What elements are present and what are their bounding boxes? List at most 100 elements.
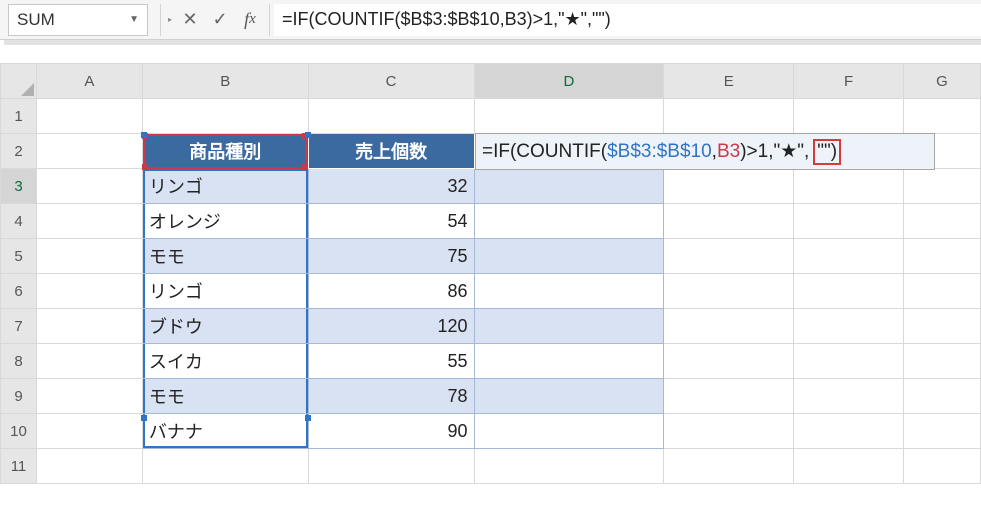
cell[interactable] bbox=[36, 379, 142, 414]
cell[interactable] bbox=[904, 239, 981, 274]
col-header-d[interactable]: D bbox=[474, 64, 664, 99]
cell-b8[interactable]: スイカ bbox=[142, 344, 308, 379]
cell[interactable] bbox=[794, 309, 904, 344]
table-header-product[interactable]: 商品種別 bbox=[142, 134, 308, 169]
expand-icon[interactable]: ▸ bbox=[165, 4, 175, 36]
col-header-e[interactable]: E bbox=[664, 64, 794, 99]
cell-b5[interactable]: モモ bbox=[142, 239, 308, 274]
row-header-8[interactable]: 8 bbox=[1, 344, 37, 379]
range-handle[interactable] bbox=[305, 415, 311, 421]
row-header-4[interactable]: 4 bbox=[1, 204, 37, 239]
cell[interactable] bbox=[664, 99, 794, 134]
row-header-6[interactable]: 6 bbox=[1, 274, 37, 309]
cell[interactable] bbox=[904, 414, 981, 449]
chevron-down-icon[interactable]: ▼ bbox=[129, 14, 139, 25]
row-header-7[interactable]: 7 bbox=[1, 309, 37, 344]
cell[interactable] bbox=[904, 344, 981, 379]
cell[interactable] bbox=[904, 99, 981, 134]
cell[interactable] bbox=[664, 169, 794, 204]
cell[interactable] bbox=[474, 344, 664, 379]
cell[interactable] bbox=[664, 274, 794, 309]
range-handle[interactable] bbox=[141, 132, 147, 138]
cell[interactable] bbox=[664, 344, 794, 379]
col-header-a[interactable]: A bbox=[36, 64, 142, 99]
cell-c7[interactable]: 120 bbox=[308, 309, 474, 344]
cell-c3[interactable]: 32 bbox=[308, 169, 474, 204]
row-header-9[interactable]: 9 bbox=[1, 379, 37, 414]
cell[interactable] bbox=[794, 204, 904, 239]
cell[interactable] bbox=[664, 449, 794, 484]
insert-function-button[interactable]: fx bbox=[235, 4, 265, 36]
cell-c5[interactable]: 75 bbox=[308, 239, 474, 274]
row-header-3[interactable]: 3 bbox=[1, 169, 37, 204]
cell[interactable] bbox=[794, 344, 904, 379]
cell[interactable] bbox=[474, 449, 664, 484]
cell[interactable] bbox=[664, 379, 794, 414]
cell-b4[interactable]: オレンジ bbox=[142, 204, 308, 239]
in-cell-formula-editor[interactable]: =IF(COUNTIF($B$3:$B$10,B3)>1,"★","") bbox=[475, 133, 935, 170]
cell[interactable] bbox=[474, 379, 664, 414]
cell-c4[interactable]: 54 bbox=[308, 204, 474, 239]
cell[interactable] bbox=[36, 309, 142, 344]
cell[interactable] bbox=[142, 449, 308, 484]
name-box[interactable]: SUM ▼ bbox=[8, 4, 148, 36]
cell[interactable] bbox=[794, 99, 904, 134]
cell[interactable] bbox=[36, 169, 142, 204]
enter-button[interactable]: ✓ bbox=[205, 4, 235, 36]
select-all-corner[interactable] bbox=[1, 64, 37, 99]
cell[interactable] bbox=[36, 449, 142, 484]
cell[interactable] bbox=[904, 309, 981, 344]
cell[interactable] bbox=[904, 204, 981, 239]
col-header-c[interactable]: C bbox=[308, 64, 474, 99]
cell[interactable] bbox=[794, 414, 904, 449]
cell-b6[interactable]: リンゴ bbox=[142, 274, 308, 309]
table-header-count[interactable]: 売上個数 bbox=[308, 134, 474, 169]
cell-b9[interactable]: モモ bbox=[142, 379, 308, 414]
cell[interactable] bbox=[794, 274, 904, 309]
range-handle[interactable] bbox=[305, 132, 311, 138]
cell-b10[interactable]: バナナ bbox=[142, 414, 308, 449]
row-header-10[interactable]: 10 bbox=[1, 414, 37, 449]
cell-c6[interactable]: 86 bbox=[308, 274, 474, 309]
formula-input[interactable]: =IF(COUNTIF($B$3:$B$10,B3)>1,"★","") bbox=[274, 4, 981, 36]
cancel-button[interactable]: ✕ bbox=[175, 4, 205, 36]
cell[interactable] bbox=[794, 169, 904, 204]
cell[interactable] bbox=[664, 204, 794, 239]
cell-c8[interactable]: 55 bbox=[308, 344, 474, 379]
cell[interactable] bbox=[664, 414, 794, 449]
col-header-g[interactable]: G bbox=[904, 64, 981, 99]
cell[interactable] bbox=[474, 204, 664, 239]
cell[interactable] bbox=[308, 99, 474, 134]
row-header-5[interactable]: 5 bbox=[1, 239, 37, 274]
cell[interactable] bbox=[904, 379, 981, 414]
cell[interactable] bbox=[794, 379, 904, 414]
cell[interactable] bbox=[474, 414, 664, 449]
cell-b3[interactable]: リンゴ bbox=[142, 169, 308, 204]
col-header-b[interactable]: B bbox=[142, 64, 308, 99]
cell[interactable] bbox=[36, 274, 142, 309]
cell-d3[interactable] bbox=[474, 169, 664, 204]
cell[interactable] bbox=[664, 309, 794, 344]
cell[interactable] bbox=[474, 239, 664, 274]
cell[interactable] bbox=[904, 449, 981, 484]
range-handle[interactable] bbox=[141, 415, 147, 421]
cell-b7[interactable]: ブドウ bbox=[142, 309, 308, 344]
col-header-f[interactable]: F bbox=[794, 64, 904, 99]
cell[interactable] bbox=[36, 344, 142, 379]
worksheet-grid[interactable]: A B C D E F G 1 2 商品種別 売上個数 重複チェック 3 リンゴ… bbox=[0, 63, 981, 484]
cell-c9[interactable]: 78 bbox=[308, 379, 474, 414]
cell[interactable] bbox=[142, 99, 308, 134]
cell[interactable] bbox=[36, 134, 142, 169]
cell[interactable] bbox=[36, 414, 142, 449]
cell[interactable] bbox=[474, 99, 664, 134]
cell[interactable] bbox=[308, 449, 474, 484]
cell[interactable] bbox=[474, 274, 664, 309]
cell[interactable] bbox=[474, 309, 664, 344]
cell[interactable] bbox=[904, 169, 981, 204]
cell[interactable] bbox=[664, 239, 794, 274]
cell[interactable] bbox=[36, 204, 142, 239]
cell[interactable] bbox=[904, 274, 981, 309]
cell-c10[interactable]: 90 bbox=[308, 414, 474, 449]
cell[interactable] bbox=[36, 99, 142, 134]
cell[interactable] bbox=[794, 239, 904, 274]
